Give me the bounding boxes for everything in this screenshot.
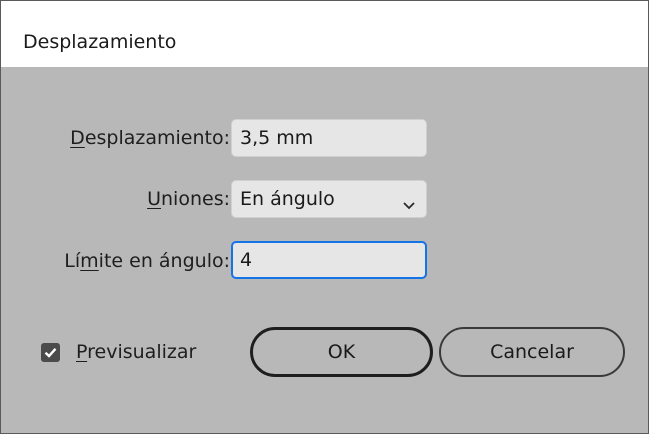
chevron-down-icon bbox=[400, 190, 418, 210]
ok-button[interactable]: OK bbox=[250, 327, 433, 377]
offset-input[interactable]: 3,5 mm bbox=[231, 119, 427, 157]
miter-limit-input[interactable]: 4 bbox=[231, 241, 427, 279]
dialog-title: Desplazamiento bbox=[23, 31, 177, 53]
title-bar[interactable]: Desplazamiento bbox=[1, 1, 648, 67]
preview-checkbox[interactable] bbox=[41, 343, 60, 362]
joins-selected-value: En ángulo bbox=[240, 188, 335, 210]
joins-select[interactable]: En ángulo bbox=[231, 180, 427, 218]
joins-label: Uniones: bbox=[147, 188, 230, 210]
checkmark-icon bbox=[44, 347, 57, 358]
preview-label: Previsualizar bbox=[76, 341, 197, 363]
miter-limit-label: Límite en ángulo: bbox=[64, 250, 230, 272]
cancel-button[interactable]: Cancelar bbox=[439, 327, 625, 377]
offset-dialog: Desplazamiento Desplazamiento: 3,5 mm Un… bbox=[0, 0, 649, 434]
offset-label: Desplazamiento: bbox=[70, 127, 230, 149]
